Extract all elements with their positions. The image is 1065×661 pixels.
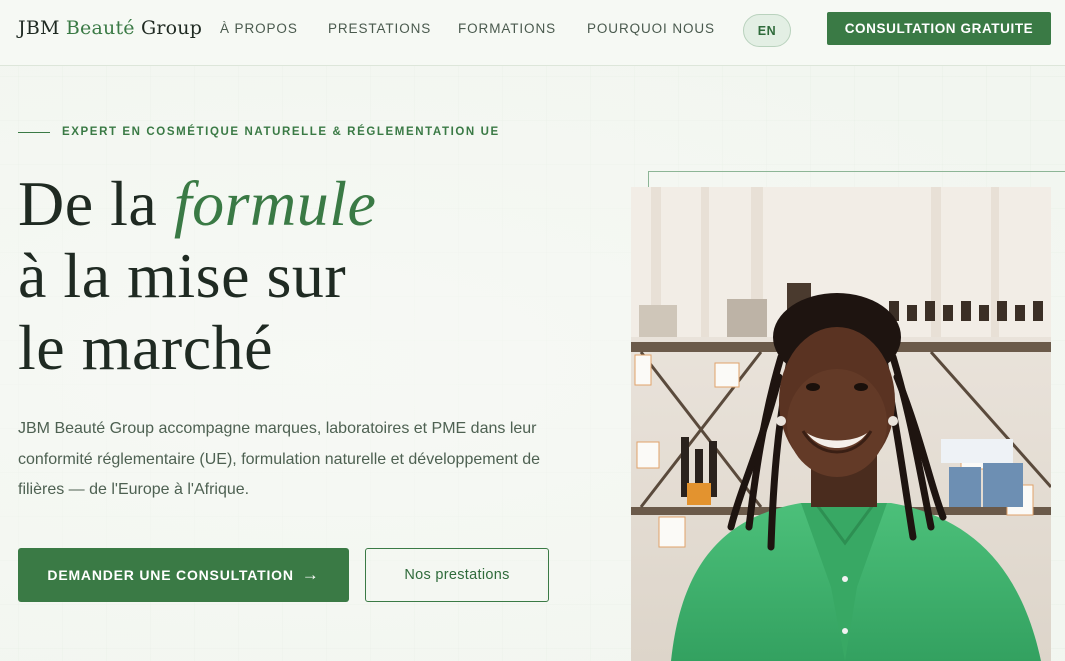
hero-photo — [631, 187, 1051, 661]
eyebrow-line — [18, 131, 50, 133]
headline-line-1-prefix: De la — [18, 168, 174, 239]
logo-text-accent: Beauté — [65, 17, 135, 39]
request-consultation-label: DEMANDER UNE CONSULTATION — [47, 567, 294, 583]
logo-text-part1: JBM — [18, 17, 66, 39]
hero-headline: De la formule à la mise sur le marché — [18, 168, 376, 384]
language-toggle-button[interactable]: EN — [743, 14, 791, 47]
hero-description: JBM Beauté Group accompagne marques, lab… — [18, 420, 541, 498]
nav-item-formations[interactable]: FORMATIONS — [458, 21, 556, 36]
request-consultation-button[interactable]: DEMANDER UNE CONSULTATION → — [18, 548, 349, 602]
headline-line-2: à la mise sur — [18, 240, 347, 311]
our-services-button[interactable]: Nos prestations — [365, 548, 549, 602]
free-consultation-button[interactable]: CONSULTATION GRATUITE — [827, 12, 1051, 45]
eyebrow-text: EXPERT EN COSMÉTIQUE NATURELLE & RÉGLEME… — [62, 126, 500, 138]
logo-text-part2: Group — [134, 17, 203, 39]
headline-line-3: le marché — [18, 312, 273, 383]
hero-eyebrow: EXPERT EN COSMÉTIQUE NATURELLE & RÉGLEME… — [18, 126, 500, 138]
headline-emphasis: formule — [173, 168, 377, 239]
nav-item-pourquoi-nous[interactable]: POURQUOI NOUS — [587, 21, 715, 36]
hero-photo-illustration — [631, 187, 1051, 661]
logo[interactable]: JBM Beauté Group — [18, 17, 202, 39]
arrow-right-icon: → — [301, 565, 320, 584]
site-header: JBM Beauté Group À PROPOS PRESTATIONS FO… — [0, 0, 1065, 66]
nav-item-a-propos[interactable]: À PROPOS — [220, 21, 298, 36]
nav-item-prestations[interactable]: PRESTATIONS — [328, 21, 431, 36]
headline-line-1: De la formule — [18, 168, 376, 240]
